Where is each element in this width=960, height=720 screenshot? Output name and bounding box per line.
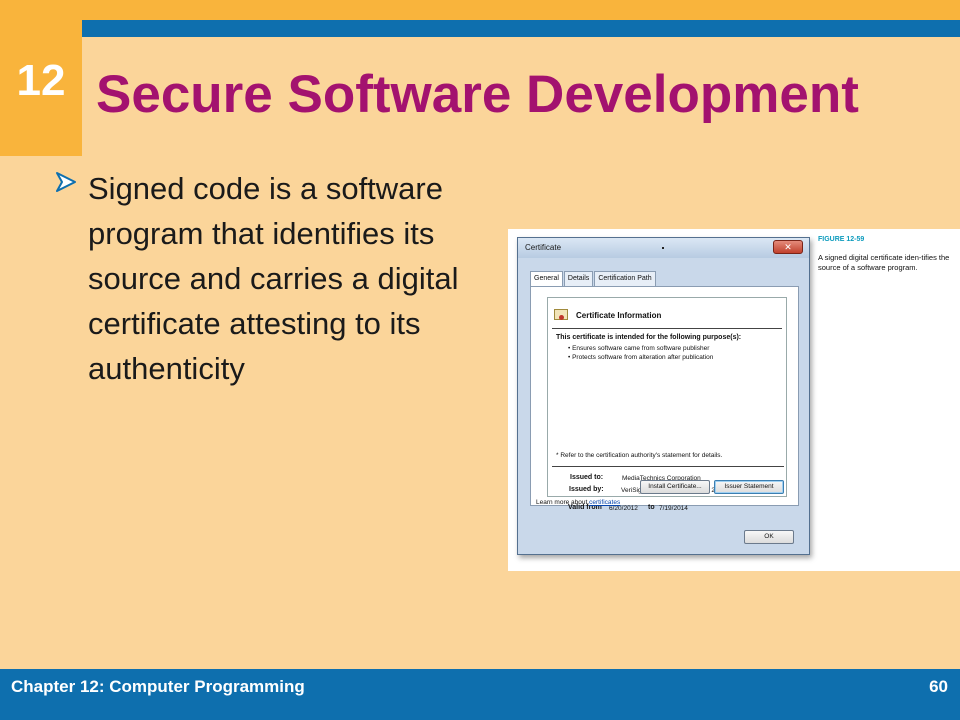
dialog-tabs: General Details Certification Path	[530, 271, 657, 287]
title-bar-dot	[662, 247, 664, 249]
certificate-dialog: Certificate ✕ General Details Certificat…	[517, 237, 810, 555]
certificate-info-box: Certificate Information This certificate…	[547, 297, 787, 497]
issuer-statement-button[interactable]: Issuer Statement	[714, 480, 784, 494]
bullet-point: Signed code is a software program that i…	[54, 166, 514, 391]
tab-general[interactable]: General	[530, 271, 563, 287]
bullet-text: Signed code is a software program that i…	[88, 171, 459, 386]
divider	[552, 328, 782, 329]
general-panel: Certificate Information This certificate…	[530, 286, 799, 506]
slide-title: Secure Software Development	[96, 65, 859, 124]
divider	[552, 466, 784, 467]
issued-by-label: Issued by:	[569, 486, 604, 493]
certificate-icon	[554, 309, 568, 320]
purpose-item: • Ensures software came from software pu…	[568, 345, 710, 352]
dialog-title-bar: Certificate ✕	[518, 238, 809, 258]
footer-chapter: Chapter 12: Computer Programming	[11, 677, 305, 696]
dialog-title: Certificate	[525, 243, 562, 252]
page-number: 60	[929, 677, 948, 696]
valid-from-value: 6/20/2012	[609, 505, 638, 512]
issued-to-label: Issued to:	[570, 474, 604, 481]
arrow-bullet-icon	[56, 172, 76, 192]
header-blue-stripe	[82, 20, 960, 37]
learn-more-text: Learn more about certificates	[536, 499, 620, 506]
purpose-item: • Protects software from alteration afte…	[568, 354, 714, 361]
chapter-badge: 12	[0, 20, 82, 156]
refer-note: * Refer to the certification authority's…	[556, 452, 723, 459]
install-certificate-button[interactable]: Install Certificate...	[640, 480, 710, 494]
tab-certification-path[interactable]: Certification Path	[594, 271, 656, 286]
learn-more-prefix: Learn more about	[536, 499, 588, 506]
tab-details[interactable]: Details	[563, 271, 594, 286]
top-accent-bar	[0, 0, 960, 20]
close-button[interactable]: ✕	[773, 240, 803, 254]
ok-button[interactable]: OK	[744, 530, 794, 544]
figure-label: FIGURE 12-59	[818, 236, 865, 243]
purpose-heading: This certificate is intended for the fol…	[556, 334, 742, 341]
valid-to-label: to	[648, 504, 655, 511]
certificates-link[interactable]: certificates	[589, 499, 620, 506]
valid-to-value: 7/19/2014	[659, 505, 688, 512]
figure-image: Certificate ✕ General Details Certificat…	[508, 229, 960, 571]
figure-caption: A signed digital certificate iden-tifies…	[818, 253, 950, 272]
certificate-info-title: Certificate Information	[576, 311, 662, 320]
chapter-number: 12	[16, 56, 66, 105]
